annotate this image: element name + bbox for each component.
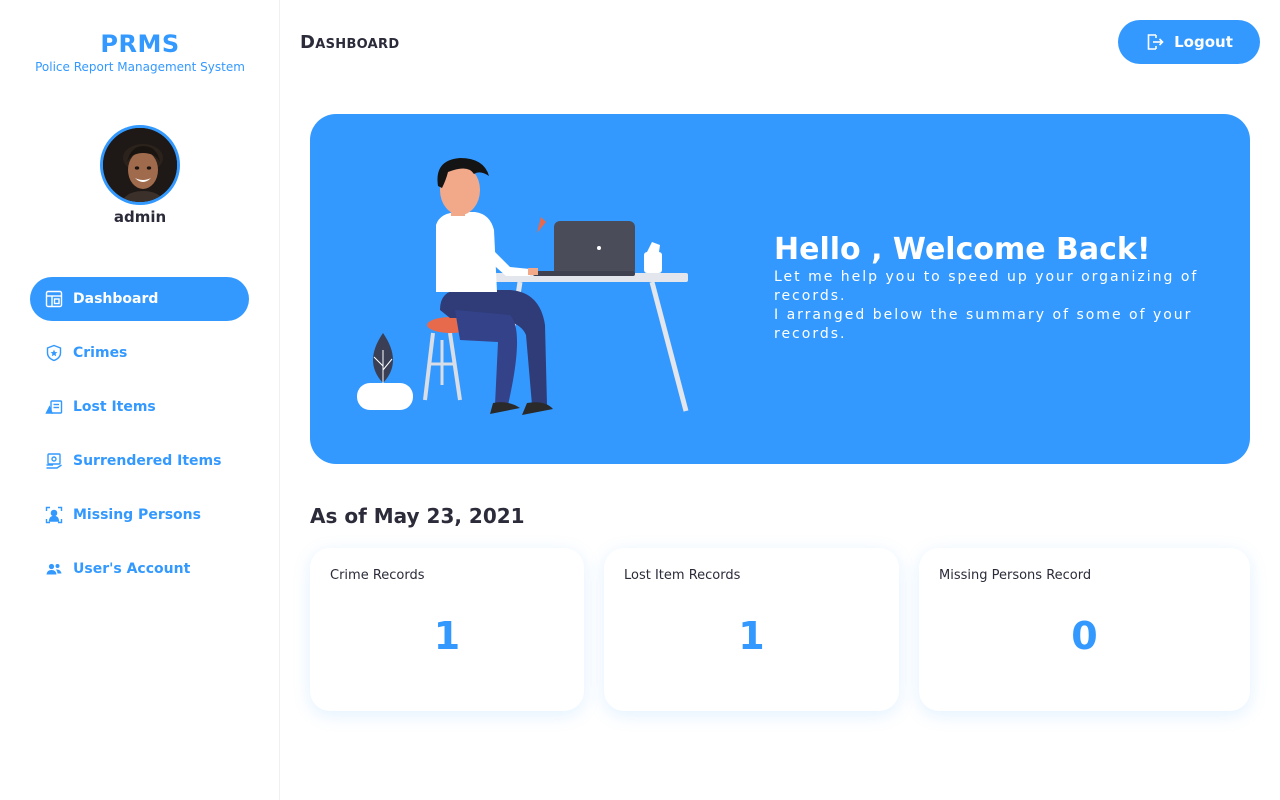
logout-label: Logout xyxy=(1174,33,1233,51)
dashboard-icon xyxy=(44,289,64,309)
sidebar-item-lost-items[interactable]: Lost Items xyxy=(30,385,249,429)
summary-date: As of May 23, 2021 xyxy=(310,504,525,528)
card-label: Lost Item Records xyxy=(624,568,741,583)
username: admin xyxy=(113,208,167,226)
brand-title: PRMS xyxy=(100,30,180,58)
sidebar-item-label: Missing Persons xyxy=(73,507,201,523)
page-title: Dashboard xyxy=(300,32,400,53)
avatar xyxy=(100,125,180,205)
card-value: 0 xyxy=(1071,614,1098,658)
logout-button[interactable]: Logout xyxy=(1118,20,1260,64)
sidebar-nav: Dashboard Crimes Lost Items Surrendered … xyxy=(30,277,249,601)
welcome-line-2: I arranged below the summary of some of … xyxy=(774,307,1193,342)
sidebar-item-label: Surrendered Items xyxy=(73,453,222,469)
welcome-text: Hello , Welcome Back! Let me help you to… xyxy=(774,232,1214,344)
surrendered-items-icon xyxy=(44,451,64,471)
sidebar-item-label: Dashboard xyxy=(73,291,159,307)
sidebar-item-dashboard[interactable]: Dashboard xyxy=(30,277,249,321)
sidebar-item-missing-persons[interactable]: Missing Persons xyxy=(30,493,249,537)
card-value: 1 xyxy=(738,614,765,658)
police-badge-icon xyxy=(44,343,64,363)
missing-persons-record-card: Missing Persons Record 0 xyxy=(919,548,1250,711)
crime-records-card: Crime Records 1 xyxy=(310,548,584,711)
sidebar-item-label: Crimes xyxy=(73,345,128,361)
welcome-banner: Hello , Welcome Back! Let me help you to… xyxy=(310,114,1250,464)
lost-item-records-card: Lost Item Records 1 xyxy=(604,548,899,711)
card-label: Crime Records xyxy=(330,568,425,583)
welcome-line-1: Let me help you to speed up your organiz… xyxy=(774,269,1199,304)
users-icon xyxy=(44,559,64,579)
brand-subtitle: Police Report Management System xyxy=(35,60,245,74)
sidebar-item-label: User's Account xyxy=(73,561,191,577)
card-label: Missing Persons Record xyxy=(939,568,1092,583)
workspace-illustration xyxy=(357,158,689,415)
missing-person-icon xyxy=(44,505,64,525)
sidebar-item-users-account[interactable]: User's Account xyxy=(30,547,249,591)
sidebar-item-label: Lost Items xyxy=(73,399,156,415)
brand: PRMS Police Report Management System xyxy=(0,30,280,74)
sidebar-item-crimes[interactable]: Crimes xyxy=(30,331,249,375)
welcome-heading: Hello , Welcome Back! xyxy=(774,232,1151,267)
logout-icon xyxy=(1147,34,1164,50)
sidebar-item-surrendered-items[interactable]: Surrendered Items xyxy=(30,439,249,483)
lost-items-icon xyxy=(44,397,64,417)
sidebar: PRMS Police Report Management System adm… xyxy=(0,0,280,800)
card-value: 1 xyxy=(433,614,461,658)
